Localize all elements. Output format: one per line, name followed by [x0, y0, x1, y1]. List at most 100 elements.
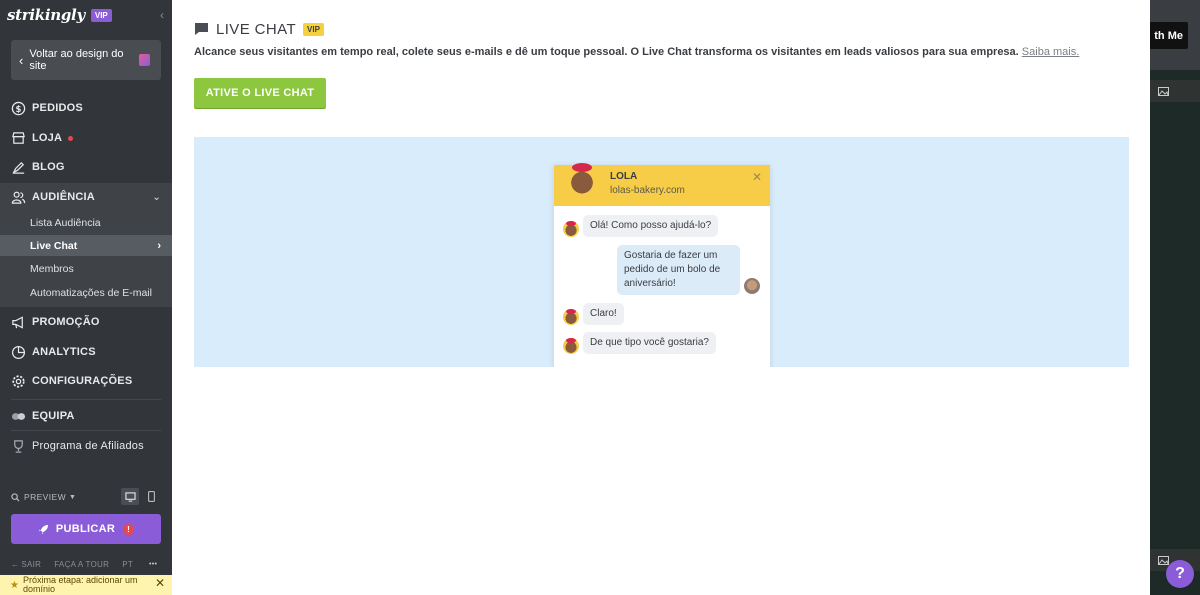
desktop-preview-button[interactable] — [121, 488, 139, 505]
sub-membros[interactable]: Membros — [0, 259, 172, 279]
title-text: LIVE CHAT — [216, 20, 297, 38]
description-text: Alcance seus visitantes em tempo real, c… — [194, 46, 1019, 58]
message-bubble: De que tipo você gostaria? — [583, 332, 716, 354]
help-button[interactable]: ? — [1166, 560, 1194, 588]
close-icon[interactable]: ✕ — [155, 577, 165, 589]
chat-widget-mockup: LOLA lolas-bakery.com ✕ Olá! Como posso … — [554, 163, 770, 367]
rocket-icon — [38, 524, 49, 535]
divider — [11, 399, 161, 400]
chat-preview-illustration: LOLA lolas-bakery.com ✕ Olá! Como posso … — [194, 137, 1129, 367]
learn-more-link[interactable]: Saiba mais. — [1022, 46, 1079, 58]
message-bubble: Olá! Como posso ajudá-lo? — [583, 215, 719, 237]
back-to-design-button[interactable]: ‹ Voltar ao design do site — [11, 40, 161, 80]
logout-link[interactable]: SAIR — [21, 560, 41, 569]
backdrop-header: th Me — [1150, 0, 1200, 70]
pie-chart-icon — [11, 345, 26, 360]
user-avatar — [744, 278, 760, 294]
collapse-sidebar-icon[interactable]: ‹ — [160, 8, 164, 22]
mobile-preview-button[interactable] — [142, 488, 160, 505]
sidebar: strikingly VIP ‹ ‹ Voltar ao design do s… — [0, 0, 172, 595]
language-selector[interactable]: PT — [122, 560, 133, 569]
nav-label: AUDIÊNCIA — [32, 191, 95, 203]
brand-logo: strikingly — [7, 6, 85, 24]
agent-name: LOLA — [610, 171, 638, 182]
nav-blog[interactable]: BLOG — [0, 153, 172, 181]
nav-promocao[interactable]: PROMOÇÃO — [0, 308, 172, 336]
sub-label: Live Chat — [30, 239, 78, 252]
next-step-banner[interactable]: ★ Próxima etapa: adicionar um domínio ✕ — [0, 575, 172, 595]
pen-icon — [11, 160, 26, 175]
preview-dropdown[interactable]: PREVIEW — [24, 492, 66, 502]
nav-label: BLOG — [32, 161, 65, 173]
star-icon: ★ — [10, 579, 19, 591]
footer-row: ← SAIR FAÇA A TOUR PT ••• — [11, 558, 161, 570]
nav-label: LOJA — [32, 132, 63, 144]
page-title: LIVE CHAT VIP — [194, 19, 324, 39]
search-icon — [11, 492, 20, 502]
nav-label: Programa de Afiliados — [32, 440, 144, 452]
megaphone-icon — [11, 315, 26, 330]
agent-avatar — [566, 163, 598, 197]
divider — [11, 430, 161, 431]
nav-audiencia[interactable]: AUDIÊNCIA ⌄ — [0, 183, 172, 211]
audiencia-submenu: Lista Audiência Live Chat › Membros Auto… — [0, 210, 172, 307]
backdrop-button: th Me — [1150, 22, 1188, 49]
nav-configuracoes[interactable]: CONFIGURAÇÕES — [0, 367, 172, 395]
live-chat-panel: LIVE CHAT VIP Alcance seus visitantes em… — [172, 0, 1150, 595]
store-icon — [11, 131, 26, 146]
next-step-text: Próxima etapa: adicionar um domínio — [22, 575, 138, 594]
publish-label: PUBLICAR — [55, 523, 116, 535]
agent-site: lolas-bakery.com — [610, 185, 685, 196]
chevron-right-icon: › — [157, 239, 161, 252]
nav-afiliados[interactable]: Programa de Afiliados — [0, 432, 172, 460]
chat-bubble-icon — [194, 22, 209, 36]
agent-avatar — [563, 221, 579, 237]
nav-label: PROMOÇÃO — [32, 316, 100, 328]
tour-link[interactable]: FAÇA A TOUR — [54, 560, 109, 569]
nav-label: ANALYTICS — [32, 346, 96, 358]
nav-label: CONFIGURAÇÕES — [32, 375, 133, 387]
notification-dot — [68, 135, 74, 141]
sub-lista-audiencia[interactable]: Lista Audiência — [0, 213, 172, 233]
backdrop-image-toolbar — [1150, 80, 1200, 102]
sub-label: Membros — [30, 263, 74, 275]
trophy-icon — [11, 439, 26, 454]
nav-label: EQUIPA — [32, 410, 75, 422]
nav-loja[interactable]: LOJA — [0, 124, 172, 152]
sub-label: Lista Audiência — [30, 217, 101, 229]
vip-badge: VIP — [90, 8, 112, 22]
message-bubble: Gostaria de fazer um pedido de um bolo d… — [617, 245, 740, 295]
description: Alcance seus visitantes em tempo real, c… — [194, 46, 1124, 58]
publish-button[interactable]: PUBLICAR ! — [11, 514, 161, 544]
arrow-left-icon: ← — [11, 559, 20, 569]
preview-row: PREVIEW ▼ — [11, 488, 161, 506]
nav-analytics[interactable]: ANALYTICS — [0, 338, 172, 366]
activate-live-chat-button[interactable]: ATIVE O LIVE CHAT — [194, 78, 326, 108]
agent-avatar — [563, 309, 579, 325]
message-bubble: Claro! — [583, 303, 624, 325]
chevron-left-icon: ‹ — [19, 52, 24, 68]
site-thumbnail-icon — [139, 54, 150, 66]
sub-label: Automatizações de E-mail — [30, 287, 152, 299]
chat-header: LOLA lolas-bakery.com ✕ — [554, 163, 770, 206]
dollar-icon: $ — [11, 101, 26, 116]
close-icon: ✕ — [751, 170, 762, 184]
sub-automatizacoes[interactable]: Automatizações de E-mail — [0, 281, 172, 305]
brand[interactable]: strikingly VIP — [7, 5, 112, 25]
back-label: Voltar ao design do site — [29, 48, 124, 72]
editor-backdrop: th Me — [1150, 0, 1200, 595]
more-menu-icon[interactable]: ••• — [149, 561, 157, 568]
agent-avatar — [563, 338, 579, 354]
gear-icon — [11, 374, 26, 389]
vip-badge: VIP — [303, 22, 324, 36]
image-icon — [1158, 86, 1169, 96]
alert-icon: ! — [123, 523, 135, 535]
image-icon — [1158, 555, 1169, 565]
chevron-down-icon: ⌄ — [152, 191, 161, 203]
team-icon — [11, 409, 26, 424]
users-icon — [11, 190, 26, 205]
nav-pedidos[interactable]: $ PEDIDOS — [0, 94, 172, 122]
nav-label: PEDIDOS — [32, 102, 83, 114]
sub-live-chat[interactable]: Live Chat › — [0, 235, 172, 256]
nav-equipa[interactable]: EQUIPA — [0, 402, 172, 430]
